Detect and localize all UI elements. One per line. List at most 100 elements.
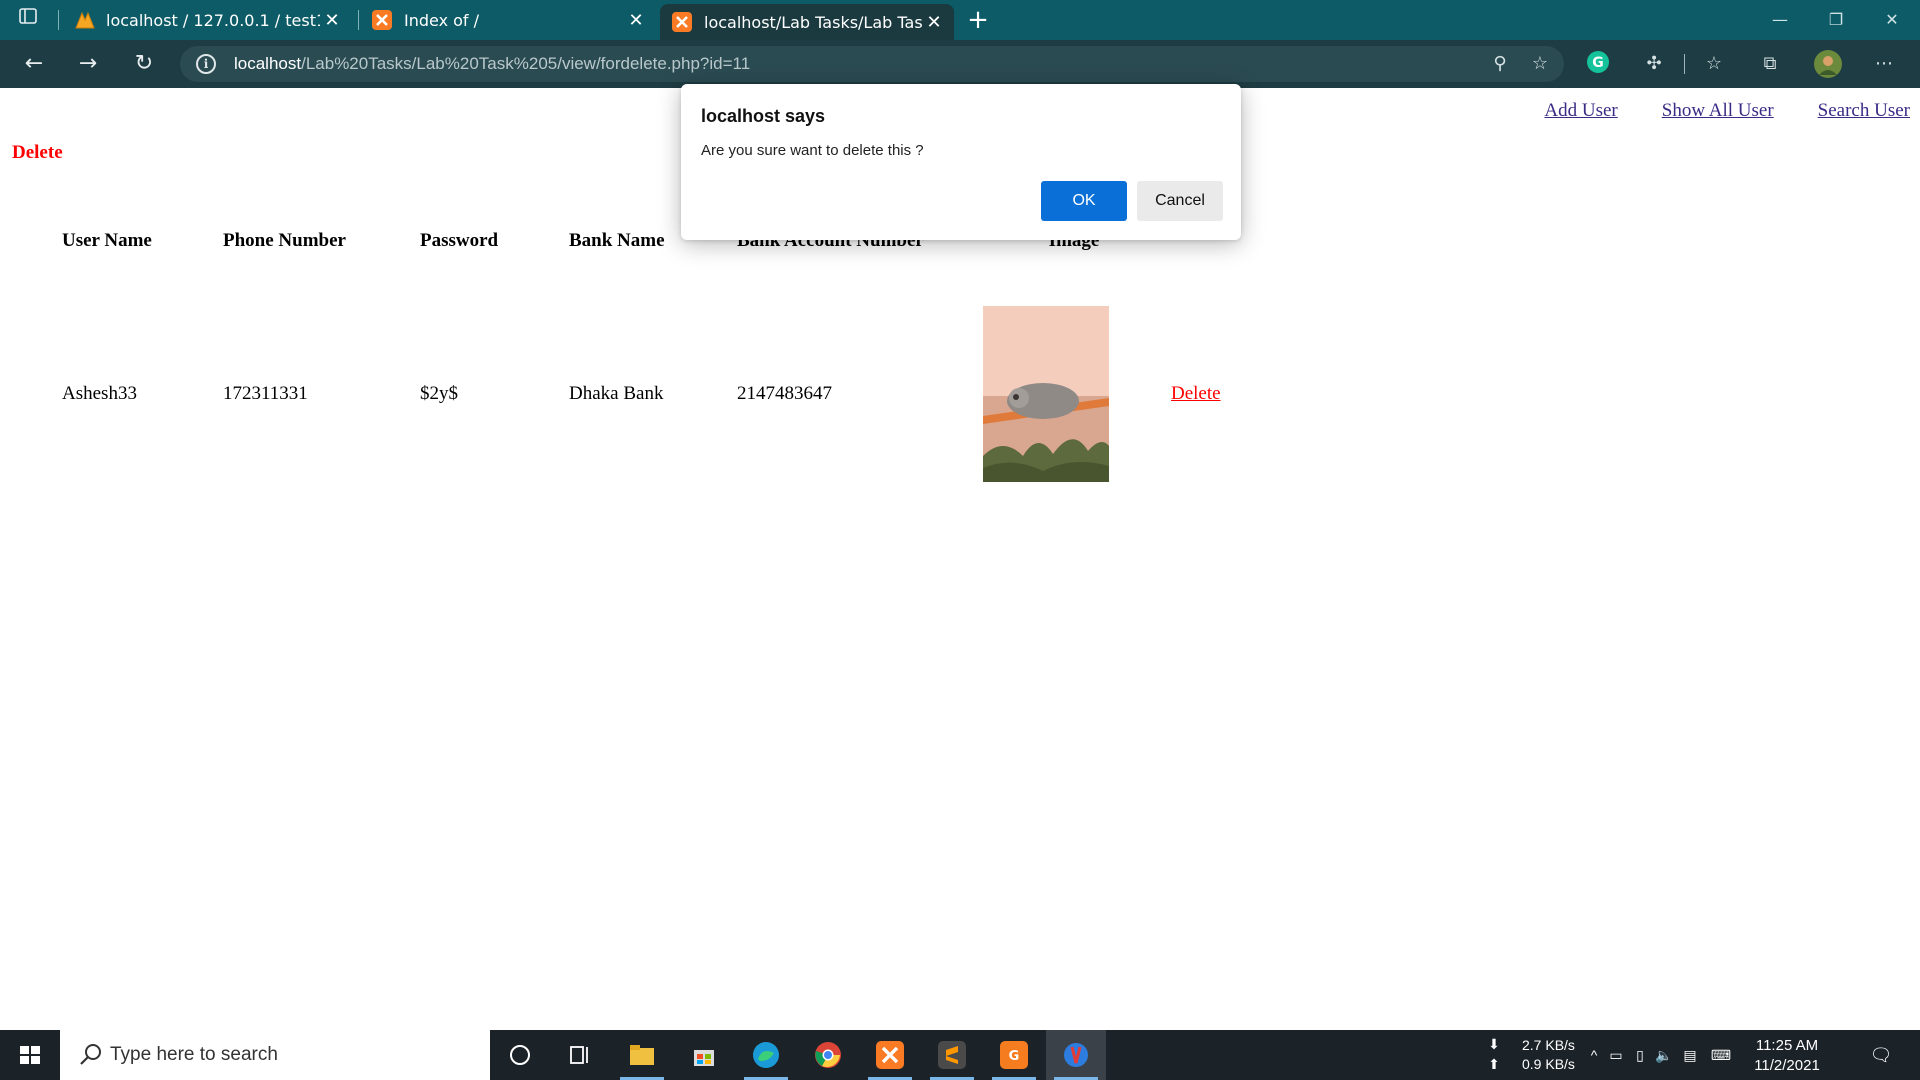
top-navigation: Add User Show All User Search User: [1544, 100, 1910, 122]
favorites-icon[interactable]: ☆: [1700, 50, 1728, 78]
user-table: User Name Phone Number Password Bank Nam…: [62, 228, 1291, 534]
task-view-button[interactable]: [550, 1030, 610, 1080]
cell-account-number: 2147483647: [737, 383, 832, 404]
header-password: Password: [420, 230, 499, 251]
task-view-icon: [570, 1046, 588, 1064]
tab-actions-icon[interactable]: [14, 6, 42, 34]
input-indicator-icon[interactable]: ▤: [1680, 1045, 1700, 1065]
back-icon[interactable]: ←: [18, 48, 50, 80]
close-tab-icon[interactable]: ✕: [922, 12, 946, 33]
xampp-button[interactable]: [860, 1030, 920, 1080]
start-button[interactable]: [0, 1030, 60, 1080]
cell-image: [977, 254, 1171, 534]
net-down: 2.7 KB/s: [1522, 1037, 1575, 1053]
browser-toolbar: ← → ↻ i localhost/Lab%20Tasks/Lab%20Task…: [0, 40, 1920, 88]
network-icon[interactable]: ▭: [1606, 1045, 1626, 1065]
battery-icon[interactable]: ▯: [1630, 1045, 1650, 1065]
tab-lab-task-active[interactable]: localhost/Lab Tasks/Lab Task 5/vi ✕: [660, 4, 954, 40]
tab-separator: [358, 10, 359, 30]
cortana-button[interactable]: [490, 1030, 550, 1080]
network-speed: 2.7 KB/s 0.9 KB/s: [1522, 1036, 1575, 1074]
net-up: 0.9 KB/s: [1522, 1056, 1575, 1072]
file-explorer-button[interactable]: [612, 1030, 672, 1080]
site-info-icon[interactable]: i: [196, 54, 216, 74]
windows-logo-icon: [20, 1046, 40, 1064]
upload-arrow-icon: ⬆: [1488, 1056, 1500, 1072]
chrome-icon: [815, 1042, 841, 1068]
clock-date: 11/2/2021: [1754, 1057, 1820, 1074]
dialog-message: Are you sure want to delete this ?: [701, 142, 924, 159]
profile-avatar[interactable]: [1814, 50, 1842, 78]
snipping-tool-button[interactable]: [1046, 1030, 1106, 1080]
address-bar[interactable]: i localhost/Lab%20Tasks/Lab%20Task%205/v…: [180, 46, 1564, 82]
reload-icon[interactable]: ↻: [128, 48, 160, 80]
pdf-app-button[interactable]: G: [984, 1030, 1044, 1080]
tab-index[interactable]: Index of / ✕: [360, 0, 656, 40]
forward-icon[interactable]: →: [72, 48, 104, 80]
url-text: localhost/Lab%20Tasks/Lab%20Task%205/vie…: [234, 54, 751, 73]
chevron-up-icon[interactable]: ^: [1584, 1045, 1604, 1065]
collections-icon[interactable]: ⧉: [1756, 50, 1784, 78]
xampp-icon: [672, 12, 692, 32]
file-explorer-icon: [630, 1045, 654, 1065]
sloth-image: [983, 306, 1109, 482]
windows-taskbar: Type here to search G ⬇ ⬆ 2.7 KB/s 0.9 K…: [0, 1030, 1920, 1080]
tab-phpmyadmin[interactable]: localhost / 127.0.0.1 / test11 / us ✕: [62, 0, 352, 40]
window-controls: — ❐ ✕: [1752, 0, 1920, 40]
taskbar-search[interactable]: Type here to search: [60, 1030, 490, 1080]
keyboard-icon[interactable]: ⌨: [1706, 1045, 1736, 1065]
cancel-button[interactable]: Cancel: [1137, 181, 1223, 221]
header-phone-number: Phone Number: [223, 230, 346, 251]
cell-action: Delete: [1171, 254, 1291, 534]
system-tray: ⬇ ⬆ 2.7 KB/s 0.9 KB/s ^ ▭ ▯ 🔈 ▤ ⌨ 11:25 …: [1480, 1030, 1920, 1080]
confirm-dialog: localhost says Are you sure want to dele…: [681, 84, 1241, 240]
store-icon: [694, 1050, 714, 1066]
page-title: Delete: [12, 142, 63, 163]
new-tab-icon[interactable]: +: [964, 6, 992, 34]
search-user-link[interactable]: Search User: [1818, 100, 1910, 122]
restore-icon[interactable]: ❐: [1808, 0, 1864, 40]
cell-bank-name: Dhaka Bank: [569, 383, 664, 404]
tab-separator: [58, 10, 59, 30]
close-tab-icon[interactable]: ✕: [624, 10, 648, 31]
clock[interactable]: 11:25 AM 11/2/2021: [1744, 1036, 1830, 1076]
chrome-button[interactable]: [798, 1030, 858, 1080]
add-user-link[interactable]: Add User: [1544, 100, 1617, 122]
read-aloud-icon[interactable]: ⚲: [1486, 50, 1514, 78]
xampp-icon: [876, 1041, 904, 1069]
table-row: Ashesh33 172311331 $2y$ Dhaka Bank 21474…: [62, 254, 1291, 534]
notification-center-icon[interactable]: 🗨: [1868, 1045, 1894, 1065]
dialog-title: localhost says: [701, 106, 826, 126]
edge-button[interactable]: [736, 1030, 796, 1080]
close-window-icon[interactable]: ✕: [1864, 0, 1920, 40]
browser-tab-bar: localhost / 127.0.0.1 / test11 / us ✕ In…: [0, 0, 1920, 40]
pdf-app-icon: G: [1000, 1041, 1028, 1069]
volume-icon[interactable]: 🔈: [1654, 1045, 1674, 1065]
delete-link[interactable]: Delete: [1171, 383, 1221, 404]
store-button[interactable]: [674, 1030, 734, 1080]
cortana-icon: [510, 1045, 530, 1065]
sublime-text-button[interactable]: [922, 1030, 982, 1080]
minimize-icon[interactable]: —: [1752, 0, 1808, 40]
ok-button[interactable]: OK: [1041, 181, 1127, 221]
cell-phone: 172311331: [223, 383, 308, 404]
extensions-icon[interactable]: ✣: [1640, 50, 1668, 78]
svg-text:G: G: [1592, 55, 1604, 71]
close-tab-icon[interactable]: ✕: [320, 10, 344, 31]
edge-icon: [753, 1042, 779, 1068]
sublime-text-icon: [938, 1041, 966, 1069]
xampp-icon: [372, 10, 392, 30]
snipping-tool-icon: [1064, 1043, 1088, 1067]
clock-time: 11:25 AM: [1755, 1037, 1819, 1054]
more-options-icon[interactable]: ⋯: [1870, 50, 1898, 78]
search-placeholder: Type here to search: [110, 1044, 278, 1065]
grammarly-icon[interactable]: G: [1584, 50, 1612, 78]
toolbar-divider: [1684, 54, 1685, 74]
show-all-user-link[interactable]: Show All User: [1662, 100, 1774, 122]
favorite-star-icon[interactable]: ☆: [1526, 50, 1554, 78]
search-icon: [80, 1044, 101, 1065]
svg-text:G: G: [1009, 1049, 1020, 1064]
tab-title: localhost / 127.0.0.1 / test11 / us: [106, 10, 320, 30]
phpmyadmin-icon: [74, 10, 95, 30]
cell-user-name: Ashesh33: [62, 383, 137, 404]
